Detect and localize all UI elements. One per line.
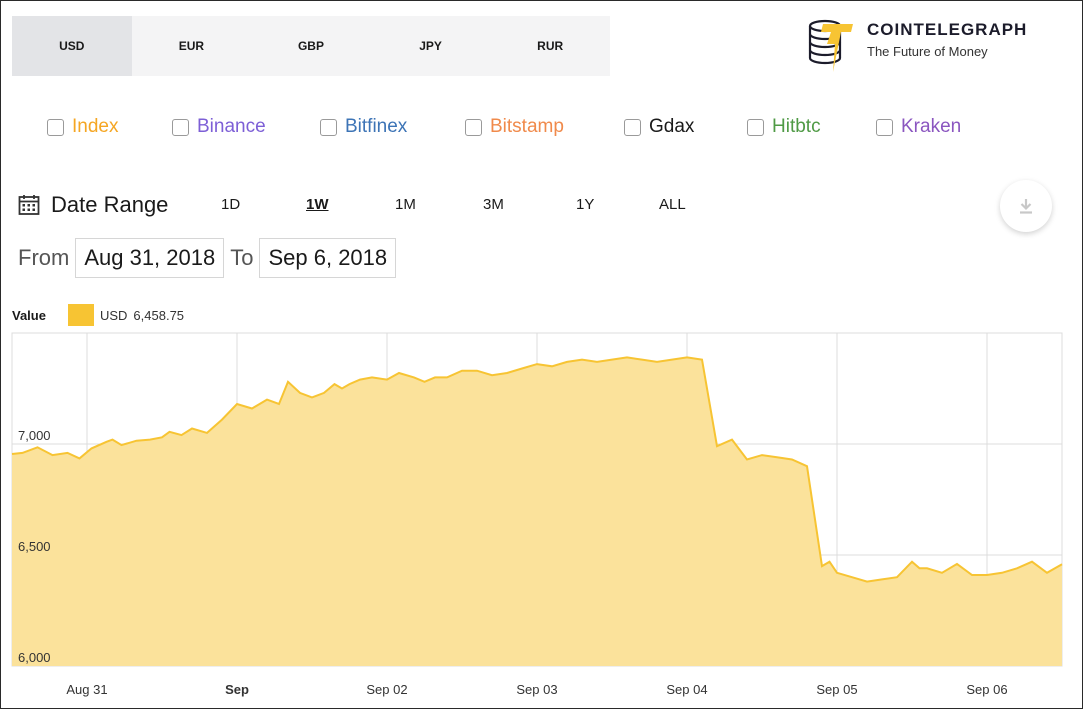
x-tick-label: Sep 02 [366, 682, 407, 697]
y-tick-label: 7,000 [18, 428, 51, 443]
x-axis-labels: Aug 31 Sep Sep 02 Sep 03 Sep 04 Sep 05 Sep 06 [66, 682, 1007, 697]
series-area [12, 357, 1062, 666]
x-tick-label: Aug 31 [66, 682, 107, 697]
x-tick-label: Sep 04 [666, 682, 707, 697]
x-tick-label: Sep 03 [516, 682, 557, 697]
y-tick-label: 6,500 [18, 539, 51, 554]
x-tick-label: Sep 05 [816, 682, 857, 697]
x-tick-label: Sep 06 [966, 682, 1007, 697]
y-tick-label: 6,000 [18, 650, 51, 665]
price-chart: 7,000 6,500 6,000 Aug 31 Sep Sep 02 Sep 03 Sep… [11, 332, 1063, 697]
x-tick-label: Sep [225, 682, 249, 697]
chart-area [11, 356, 1063, 666]
